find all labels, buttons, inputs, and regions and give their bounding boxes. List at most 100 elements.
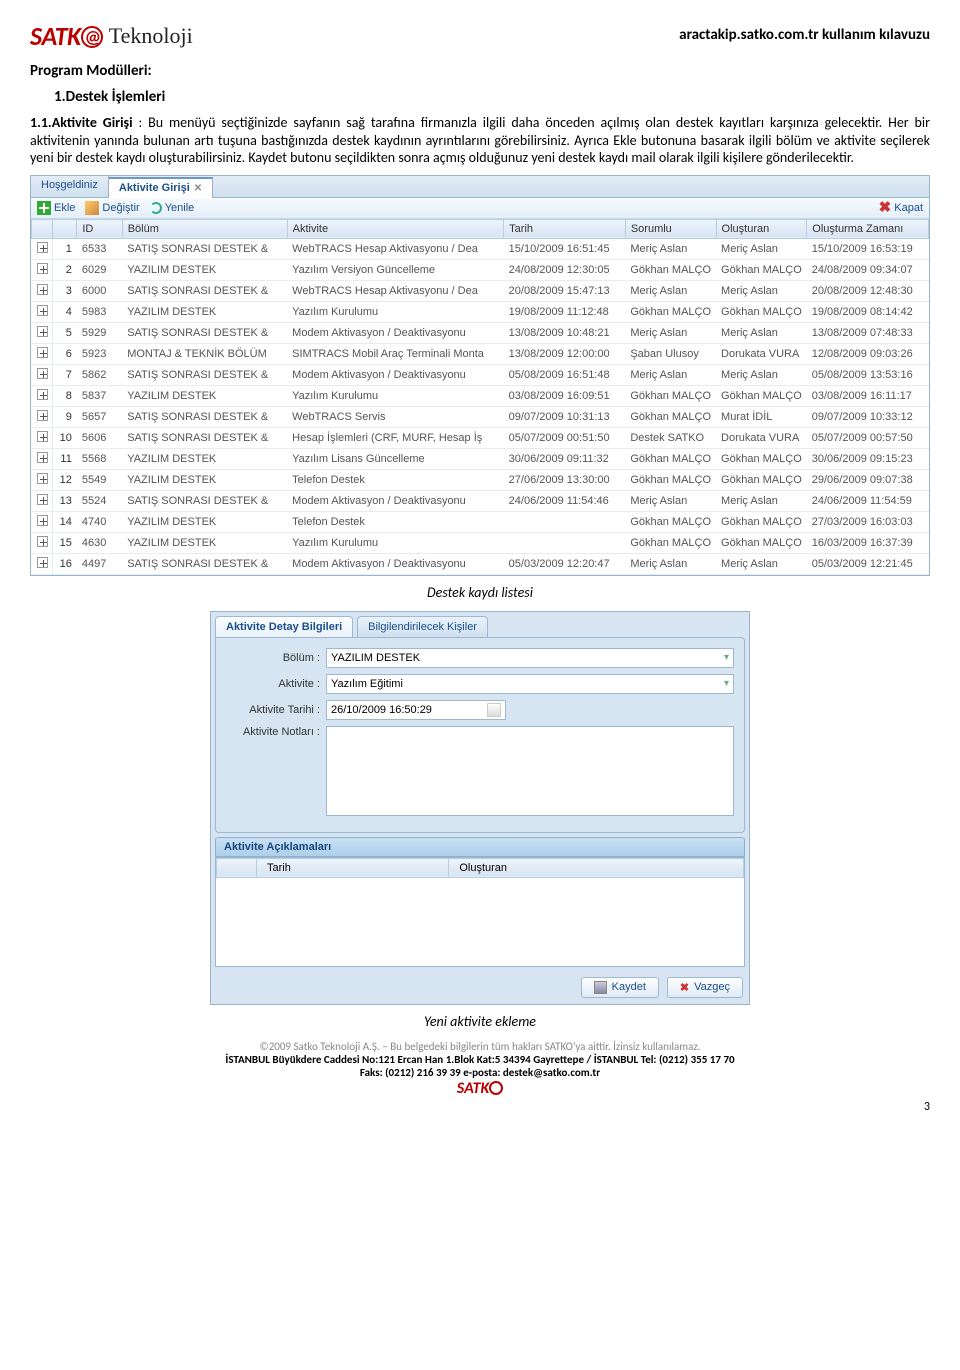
col-tarih[interactable]: Tarih [257, 858, 449, 877]
doc-title-right: aractakip.satko.com.tr kullanım kılavuzu [679, 26, 930, 44]
edit-icon [85, 201, 99, 215]
table-row[interactable]: 85837YAZILIM DESTEKYazılım Kurulumu03/08… [32, 385, 929, 406]
cell-olusturma-zamani: 27/03/2009 16:03:03 [807, 511, 929, 532]
col-bolum[interactable]: Bölüm [122, 219, 287, 238]
activity-detail-window: Aktivite Detay Bilgileri Bilgilendirilec… [210, 611, 750, 1005]
tab-notified-people[interactable]: Bilgilendirilecek Kişiler [357, 616, 488, 637]
expand-icon[interactable] [37, 368, 48, 379]
cell-id: 5837 [77, 385, 122, 406]
table-row[interactable]: 16533SATIŞ SONRASI DESTEK &WebTRACS Hesa… [32, 238, 929, 259]
cell-id: 5983 [77, 301, 122, 322]
table-row[interactable]: 65923MONTAJ & TEKNİK BÖLÜMSIMTRACS Mobil… [32, 343, 929, 364]
cell-aktivite: Telefon Destek [287, 511, 504, 532]
cell-aktivite: Modem Aktivasyon / Deaktivasyonu [287, 490, 504, 511]
expand-icon[interactable] [37, 473, 48, 484]
col-id[interactable]: ID [77, 219, 122, 238]
cell-olusturma-zamani: 05/08/2009 13:53:16 [807, 364, 929, 385]
col-olusturan[interactable]: Oluşturan [716, 219, 807, 238]
cancel-button[interactable]: ✖ Vazgeç [667, 977, 743, 998]
expand-icon[interactable] [37, 347, 48, 358]
col-olusturan[interactable]: Oluşturan [449, 858, 744, 877]
expand-icon[interactable] [37, 242, 48, 253]
chevron-down-icon: ▾ [724, 652, 729, 663]
table-row[interactable]: 135524SATIŞ SONRASI DESTEK &Modem Aktiva… [32, 490, 929, 511]
save-button[interactable]: Kaydet [581, 977, 659, 998]
cell-tarih: 09/07/2009 10:31:13 [504, 406, 626, 427]
cell-rownum: 1 [52, 238, 77, 259]
footer-address-1: İSTANBUL Büyükdere Caddesi No:121 Ercan … [30, 1053, 930, 1066]
col-aktivite[interactable]: Aktivite [287, 219, 504, 238]
select-bolum[interactable]: YAZILIM DESTEK▾ [326, 648, 734, 668]
cell-aktivite: SIMTRACS Mobil Araç Terminali Monta [287, 343, 504, 364]
edit-button[interactable]: Değiştir [85, 201, 139, 215]
expand-icon[interactable] [37, 452, 48, 463]
table-row[interactable]: 154630YAZILIM DESTEKYazılım KurulumuGökh… [32, 532, 929, 553]
cell-olusturma-zamani: 12/08/2009 09:03:26 [807, 343, 929, 364]
table-row[interactable]: 75862SATIŞ SONRASI DESTEK &Modem Aktivas… [32, 364, 929, 385]
cell-bolum: SATIŞ SONRASI DESTEK & [122, 406, 287, 427]
cell-tarih [504, 532, 626, 553]
cell-bolum: SATIŞ SONRASI DESTEK & [122, 427, 287, 448]
table-row[interactable]: 45983YAZILIM DESTEKYazılım Kurulumu19/08… [32, 301, 929, 322]
table-row[interactable]: 36000SATIŞ SONRASI DESTEK &WebTRACS Hesa… [32, 280, 929, 301]
table-row[interactable]: 26029YAZILIM DESTEKYazılım Versiyon Günc… [32, 259, 929, 280]
col-olusturma-zamani[interactable]: Oluşturma Zamanı [807, 219, 929, 238]
add-button[interactable]: Ekle [37, 201, 75, 215]
table-row[interactable]: 55929SATIŞ SONRASI DESTEK &Modem Aktivas… [32, 322, 929, 343]
expand-icon[interactable] [37, 389, 48, 400]
col-sorumlu[interactable]: Sorumlu [625, 219, 716, 238]
cell-olusturan: Gökhan MALÇO [716, 301, 807, 322]
close-icon[interactable]: ✕ [194, 183, 202, 194]
expand-icon[interactable] [37, 515, 48, 526]
cell-aktivite: Hesap İşlemleri (CRF, MURF, Hesap İş [287, 427, 504, 448]
cell-olusturan: Gökhan MALÇO [716, 469, 807, 490]
expand-icon[interactable] [37, 431, 48, 442]
col-tarih[interactable]: Tarih [504, 219, 626, 238]
refresh-button[interactable]: Yenile [150, 202, 195, 214]
cell-olusturma-zamani: 29/06/2009 09:07:38 [807, 469, 929, 490]
cell-aktivite: Modem Aktivasyon / Deaktivasyonu [287, 322, 504, 343]
table-row[interactable]: 144740YAZILIM DESTEKTelefon DestekGökhan… [32, 511, 929, 532]
date-aktivite-tarihi[interactable]: 26/10/2009 16:50:29 [326, 700, 506, 720]
cell-olusturma-zamani: 24/06/2009 11:54:59 [807, 490, 929, 511]
cell-rownum: 13 [52, 490, 77, 511]
expand-icon[interactable] [37, 284, 48, 295]
cell-rownum: 3 [52, 280, 77, 301]
activity-table: ID Bölüm Aktivite Tarih Sorumlu Oluştura… [31, 219, 929, 575]
cell-sorumlu: Gökhan MALÇO [625, 511, 716, 532]
aciklama-table: Tarih Oluşturan [215, 857, 745, 967]
cell-aktivite: Yazılım Versiyon Güncelleme [287, 259, 504, 280]
table-row[interactable]: 125549YAZILIM DESTEKTelefon Destek27/06/… [32, 469, 929, 490]
cell-rownum: 12 [52, 469, 77, 490]
expand-icon[interactable] [37, 305, 48, 316]
cell-rownum: 15 [52, 532, 77, 553]
expand-icon[interactable] [37, 557, 48, 568]
cell-olusturan: Dorukata VURA [716, 427, 807, 448]
cell-rownum: 7 [52, 364, 77, 385]
tab-detail-info[interactable]: Aktivite Detay Bilgileri [215, 616, 353, 637]
textarea-aktivite-notlari[interactable] [326, 726, 734, 816]
cell-id: 4630 [77, 532, 122, 553]
close-button[interactable]: ✖ Kapat [879, 202, 923, 214]
expand-icon[interactable] [37, 494, 48, 505]
expand-icon[interactable] [37, 410, 48, 421]
cell-tarih: 15/10/2009 16:51:45 [504, 238, 626, 259]
tab-welcome[interactable]: Hoşgeldiniz [31, 176, 109, 197]
expand-icon[interactable] [37, 536, 48, 547]
tab-activity-entry[interactable]: Aktivite Girişi✕ [109, 177, 213, 198]
label-aktivite-tarihi: Aktivite Tarihi : [226, 704, 326, 716]
cell-tarih: 27/06/2009 13:30:00 [504, 469, 626, 490]
subsection-1-1-para: 1.1.Aktivite Girişi : Bu menüyü seçtiğin… [30, 114, 930, 167]
select-aktivite[interactable]: Yazılım Eğitimi▾ [326, 674, 734, 694]
cell-id: 5549 [77, 469, 122, 490]
table-row[interactable]: 115568YAZILIM DESTEKYazılım Lisans Günce… [32, 448, 929, 469]
table-row[interactable]: 105606SATIŞ SONRASI DESTEK &Hesap İşleml… [32, 427, 929, 448]
label-aktivite-notlari: Aktivite Notları : [226, 726, 326, 738]
table-row[interactable]: 95657SATIŞ SONRASI DESTEK &WebTRACS Serv… [32, 406, 929, 427]
table-header-row: ID Bölüm Aktivite Tarih Sorumlu Oluştura… [32, 219, 929, 238]
cell-sorumlu: Gökhan MALÇO [625, 259, 716, 280]
expand-icon[interactable] [37, 326, 48, 337]
cell-olusturan: Meriç Aslan [716, 238, 807, 259]
expand-icon[interactable] [37, 263, 48, 274]
table-row[interactable]: 164497SATIŞ SONRASI DESTEK &Modem Aktiva… [32, 553, 929, 574]
